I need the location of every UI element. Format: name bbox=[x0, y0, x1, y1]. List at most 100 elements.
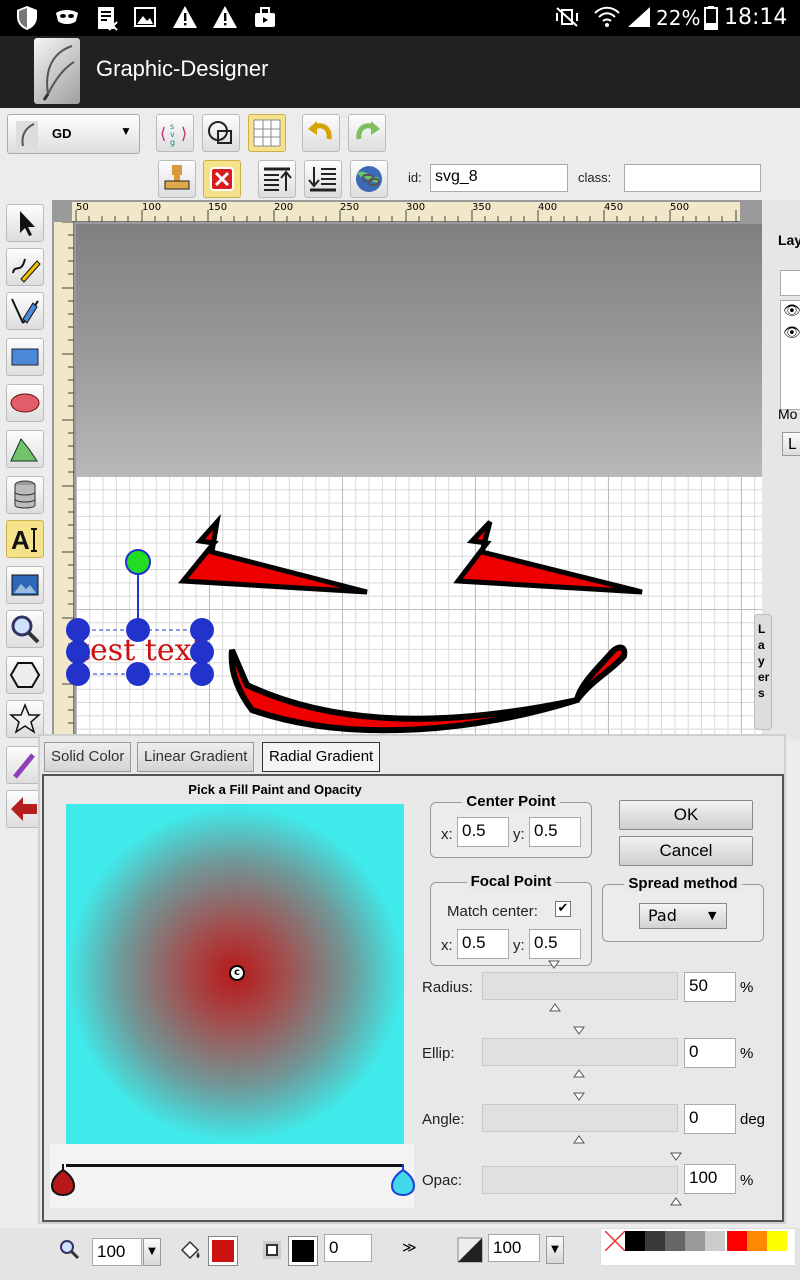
fill-color-swatch[interactable] bbox=[208, 1236, 238, 1266]
id-field[interactable]: svg_8 bbox=[430, 164, 568, 192]
fill-bucket-icon bbox=[178, 1238, 202, 1266]
opacity-slider[interactable] bbox=[482, 1166, 678, 1194]
pencil-tool[interactable] bbox=[6, 248, 44, 286]
palette-swatch[interactable] bbox=[705, 1231, 725, 1251]
resize-handle[interactable] bbox=[66, 618, 90, 642]
move-bottom-button[interactable] bbox=[304, 160, 342, 198]
star-tool[interactable] bbox=[6, 700, 44, 738]
artwork[interactable]: test text bbox=[52, 200, 762, 740]
undo-button[interactable] bbox=[302, 114, 340, 152]
color-palette bbox=[600, 1228, 796, 1266]
resize-handle[interactable] bbox=[190, 618, 214, 642]
eye-icon[interactable]: 👁 bbox=[783, 303, 800, 319]
gradient-stop-end[interactable] bbox=[390, 1162, 416, 1196]
eye-icon[interactable]: 👁 bbox=[783, 325, 800, 341]
ellipse-tool[interactable] bbox=[6, 384, 44, 422]
move-top-button[interactable] bbox=[258, 160, 296, 198]
delete-button[interactable] bbox=[203, 160, 241, 198]
gradient-stop-start[interactable] bbox=[50, 1162, 76, 1196]
palette-swatch[interactable] bbox=[747, 1231, 767, 1251]
angle-field[interactable]: 0 bbox=[684, 1104, 736, 1134]
new-layer-button[interactable] bbox=[780, 270, 800, 296]
tab-linear-gradient[interactable]: Linear Gradient bbox=[137, 742, 255, 772]
layers-button[interactable]: L bbox=[782, 432, 800, 456]
shield-icon bbox=[14, 5, 40, 31]
zoom-tool[interactable] bbox=[6, 610, 44, 648]
match-center-checkbox[interactable]: ✔ bbox=[555, 901, 571, 917]
palette-swatch[interactable] bbox=[645, 1231, 665, 1251]
rotate-handle[interactable] bbox=[125, 549, 151, 575]
cancel-button[interactable]: Cancel bbox=[619, 836, 753, 866]
slider-handle[interactable] bbox=[670, 1196, 682, 1206]
resize-handle[interactable] bbox=[126, 618, 150, 642]
palette-swatch[interactable] bbox=[767, 1231, 787, 1251]
zoom-field[interactable]: 100 bbox=[92, 1238, 142, 1266]
opacity-field[interactable]: 100 bbox=[684, 1164, 736, 1194]
chevron-right-icon[interactable]: ≫ bbox=[402, 1240, 417, 1256]
radius-field[interactable]: 50 bbox=[684, 972, 736, 1002]
no-color-swatch[interactable] bbox=[605, 1231, 625, 1251]
slider-handle[interactable] bbox=[573, 1026, 585, 1036]
mouth[interactable] bbox=[228, 644, 628, 734]
slider-handle[interactable] bbox=[670, 1152, 682, 1162]
angle-slider[interactable] bbox=[482, 1104, 678, 1132]
slider-handle[interactable] bbox=[549, 1002, 561, 1012]
clone-button[interactable] bbox=[158, 160, 196, 198]
pen-tool[interactable] bbox=[6, 292, 44, 330]
left-eye[interactable] bbox=[177, 513, 368, 595]
image-tool[interactable] bbox=[6, 566, 44, 604]
path-tool[interactable] bbox=[6, 430, 44, 468]
right-eye[interactable] bbox=[453, 520, 643, 595]
center-x-field[interactable]: 0.5 bbox=[457, 817, 509, 847]
rectangle-tool[interactable] bbox=[6, 338, 44, 376]
slider-handle[interactable] bbox=[573, 1092, 585, 1102]
redo-button[interactable] bbox=[348, 114, 386, 152]
link-button[interactable] bbox=[350, 160, 388, 198]
tab-radial-gradient[interactable]: Radial Gradient bbox=[262, 742, 381, 772]
ellip-field[interactable]: 0 bbox=[684, 1038, 736, 1068]
opacity-dropdown[interactable]: ▼ bbox=[546, 1236, 564, 1264]
slider-handle[interactable] bbox=[573, 1134, 585, 1144]
resize-handle[interactable] bbox=[66, 662, 90, 686]
focal-point-title: Focal Point bbox=[431, 873, 591, 890]
center-handle[interactable]: c bbox=[229, 965, 245, 981]
mode-select[interactable]: GD ▼ bbox=[7, 114, 140, 154]
polygon-tool[interactable] bbox=[6, 656, 44, 694]
palette-swatch[interactable] bbox=[665, 1231, 685, 1251]
app-logo-icon bbox=[16, 121, 38, 149]
resize-handle[interactable] bbox=[190, 662, 214, 686]
layer-list: 👁 👁 bbox=[780, 300, 800, 410]
chevron-down-icon: ▼ bbox=[708, 909, 717, 922]
stroke-width-field[interactable]: 0 bbox=[324, 1234, 372, 1262]
svg-source-button[interactable]: ⟨ ⟩ s v g bbox=[156, 114, 194, 152]
layers-tab[interactable]: Layers bbox=[754, 614, 772, 730]
zoom-dropdown[interactable]: ▼ bbox=[143, 1238, 161, 1266]
center-y-field[interactable]: 0.5 bbox=[529, 817, 581, 847]
class-field[interactable] bbox=[624, 164, 761, 192]
slider-handle[interactable] bbox=[573, 1068, 585, 1078]
slider-handle[interactable] bbox=[548, 960, 560, 970]
drawing-canvas[interactable]: 50 100 150 200 250 300 350 400 450 500 t… bbox=[52, 200, 762, 740]
ellip-slider[interactable] bbox=[482, 1038, 678, 1066]
database-tool[interactable] bbox=[6, 476, 44, 514]
opacity-field[interactable]: 100 bbox=[488, 1234, 540, 1262]
grid-toggle-button[interactable] bbox=[248, 114, 286, 152]
radius-slider[interactable] bbox=[482, 972, 678, 1000]
resize-handle[interactable] bbox=[66, 640, 90, 664]
wireframe-button[interactable] bbox=[202, 114, 240, 152]
stroke-color-swatch[interactable] bbox=[288, 1236, 318, 1266]
gradient-preview[interactable]: c bbox=[64, 802, 406, 1146]
focal-x-field[interactable]: 0.5 bbox=[457, 929, 509, 959]
text-tool[interactable]: A bbox=[6, 520, 44, 558]
palette-swatch[interactable] bbox=[727, 1231, 747, 1251]
palette-swatch[interactable] bbox=[625, 1231, 645, 1251]
tab-solid-color[interactable]: Solid Color bbox=[44, 742, 132, 772]
palette-swatch[interactable] bbox=[685, 1231, 705, 1251]
gradient-stop-bar[interactable] bbox=[50, 1144, 416, 1208]
ok-button[interactable]: OK bbox=[619, 800, 753, 830]
spread-method-select[interactable]: Pad ▼ bbox=[639, 903, 727, 929]
resize-handle[interactable] bbox=[126, 662, 150, 686]
resize-handle[interactable] bbox=[190, 640, 214, 664]
select-tool[interactable] bbox=[6, 204, 44, 242]
focal-y-field[interactable]: 0.5 bbox=[529, 929, 581, 959]
